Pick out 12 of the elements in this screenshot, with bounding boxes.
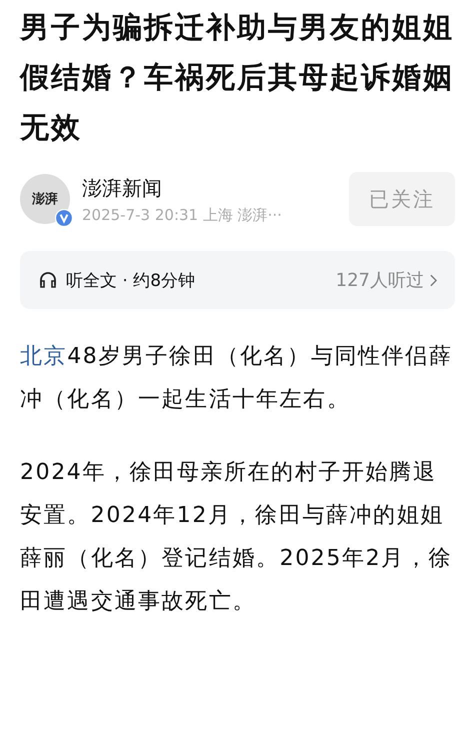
location-link[interactable]: 北京 (20, 344, 68, 369)
paragraph: 2024年，徐田母亲所在的村子开始腾退安置。2024年12月，徐田与薛冲的姐姐薛丽（化名）登记结婚。2025年2月，徐田遭遇交通事故死亡。 (20, 459, 453, 616)
listen-label: 听全文 · 约8分钟 (66, 270, 196, 292)
headphones-icon (38, 270, 58, 290)
post-meta: 2025-7-3 20:31 上海 澎湃··· (82, 206, 283, 224)
chevron-right-icon (430, 274, 437, 286)
article-title: 男子为骗拆迁补助与男友的姐姐假结婚？车祸死后其母起诉婚姻无效 (20, 9, 455, 146)
paragraph: 北京48岁男子徐田（化名）与同性伴侣薛冲（化名）一起生活十年左右。 (20, 343, 454, 414)
author-name[interactable]: 澎湃新闻 (82, 174, 349, 202)
avatar[interactable]: 澎湃 (20, 174, 70, 224)
listen-bar[interactable]: 听全文 · 约8分钟 127人听过 (20, 251, 455, 309)
listener-count: 127人听过 (336, 269, 424, 292)
